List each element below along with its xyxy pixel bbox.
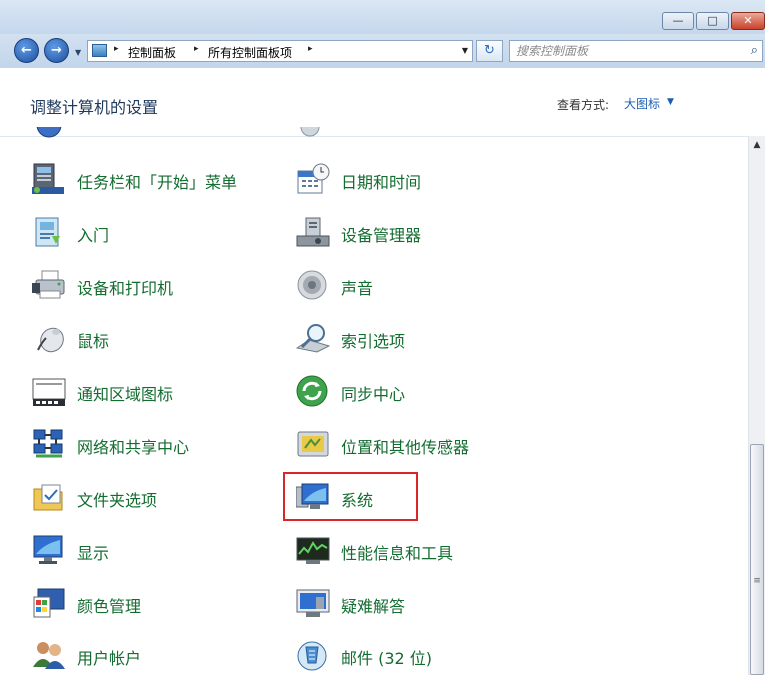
page-header: 调整计算机的设置 查看方式: 大图标 ▼ bbox=[0, 68, 765, 137]
page-title: 调整计算机的设置 bbox=[30, 98, 159, 117]
minimize-button[interactable]: — bbox=[662, 12, 694, 30]
vertical-scrollbar[interactable]: ▲ ≡ bbox=[748, 136, 765, 675]
close-button[interactable]: ✕ bbox=[731, 12, 765, 30]
breadcrumb-separator-icon[interactable]: ▸ bbox=[194, 44, 199, 54]
item-label: 设备管理器 bbox=[341, 226, 422, 245]
item-label: 鼠标 bbox=[77, 332, 110, 351]
item-label: 通知区域图标 bbox=[77, 385, 174, 404]
minimize-icon: — bbox=[672, 14, 684, 27]
forward-button[interactable]: → bbox=[44, 38, 69, 63]
grip-icon: ≡ bbox=[753, 576, 761, 586]
item-label: 声音 bbox=[341, 279, 374, 298]
item-label: 文件夹选项 bbox=[77, 491, 158, 510]
item-label: 索引选项 bbox=[341, 332, 406, 351]
item-label: 邮件 (32 位) bbox=[341, 649, 433, 668]
scroll-up-icon[interactable]: ▲ bbox=[749, 136, 765, 154]
view-by-label: 查看方式: bbox=[557, 98, 610, 112]
taskbar-icon bbox=[32, 163, 66, 195]
refresh-icon: ↻ bbox=[484, 43, 495, 58]
item-label: 用户帐户 bbox=[77, 649, 142, 668]
item-label: 任务栏和「开始」菜单 bbox=[77, 173, 238, 192]
item-label: 性能信息和工具 bbox=[341, 544, 454, 563]
maximize-button[interactable]: □ bbox=[696, 12, 729, 30]
navigation-bar: ← → ▼ ▸ 控制面板 ▸ 所有控制面板项 ▸ ▼ ↻ ⌕ bbox=[0, 34, 765, 68]
mail-icon bbox=[296, 639, 330, 671]
recent-pages-dropdown[interactable]: ▼ bbox=[75, 48, 81, 57]
date-time-icon bbox=[296, 163, 330, 195]
view-by-dropdown[interactable]: 大图标 bbox=[624, 95, 660, 112]
control-panel-icon bbox=[92, 44, 107, 57]
search-icon[interactable]: ⌕ bbox=[751, 43, 758, 58]
troubleshooting-icon bbox=[296, 587, 330, 619]
search-box[interactable]: ⌕ bbox=[509, 40, 763, 62]
sync-center-icon bbox=[296, 375, 330, 407]
title-bar: — □ ✕ bbox=[0, 0, 765, 34]
item-label: 设备和打印机 bbox=[77, 279, 174, 298]
address-dropdown-icon[interactable]: ▼ bbox=[462, 46, 468, 55]
item-label: 网络和共享中心 bbox=[77, 438, 190, 457]
performance-icon bbox=[296, 534, 330, 566]
getting-started-icon bbox=[32, 216, 66, 248]
breadcrumb-separator-icon[interactable]: ▸ bbox=[114, 44, 119, 54]
back-arrow-icon: ← bbox=[21, 43, 32, 58]
item-label: 日期和时间 bbox=[341, 173, 422, 192]
speaker-icon bbox=[296, 269, 330, 301]
item-label: 位置和其他传感器 bbox=[341, 438, 470, 457]
item-label: 入门 bbox=[77, 226, 110, 245]
sensors-icon bbox=[296, 428, 330, 460]
color-management-icon bbox=[32, 587, 66, 619]
notification-area-icon bbox=[32, 375, 66, 407]
close-icon: ✕ bbox=[743, 14, 753, 27]
network-icon bbox=[32, 428, 66, 460]
forward-arrow-icon: → bbox=[51, 43, 62, 58]
breadcrumb-separator-icon[interactable]: ▸ bbox=[308, 44, 313, 54]
refresh-button[interactable]: ↻ bbox=[476, 40, 503, 62]
breadcrumb-all-items[interactable]: 所有控制面板项 bbox=[208, 44, 292, 61]
breadcrumb-control-panel[interactable]: 控制面板 bbox=[128, 44, 176, 61]
back-button[interactable]: ← bbox=[14, 38, 39, 63]
item-label: 同步中心 bbox=[341, 385, 406, 404]
indexing-icon bbox=[295, 322, 331, 354]
highlight-box bbox=[283, 472, 418, 521]
chevron-down-icon[interactable]: ▼ bbox=[667, 97, 674, 107]
item-label: 疑难解答 bbox=[341, 597, 406, 616]
maximize-icon: □ bbox=[707, 14, 718, 27]
mouse-icon bbox=[32, 322, 66, 354]
item-label: 颜色管理 bbox=[77, 597, 142, 616]
user-accounts-icon bbox=[32, 639, 66, 671]
scroll-thumb[interactable]: ≡ bbox=[750, 444, 764, 675]
display-icon bbox=[32, 534, 66, 566]
partial-item-icon bbox=[32, 127, 66, 143]
partial-item-icon bbox=[296, 127, 330, 143]
folder-options-icon bbox=[32, 481, 66, 513]
address-bar[interactable]: ▸ 控制面板 ▸ 所有控制面板项 ▸ ▼ bbox=[87, 40, 473, 62]
item-label: 显示 bbox=[77, 544, 110, 563]
search-input[interactable] bbox=[516, 43, 736, 59]
device-manager-icon bbox=[296, 216, 330, 248]
printer-icon bbox=[32, 269, 66, 301]
